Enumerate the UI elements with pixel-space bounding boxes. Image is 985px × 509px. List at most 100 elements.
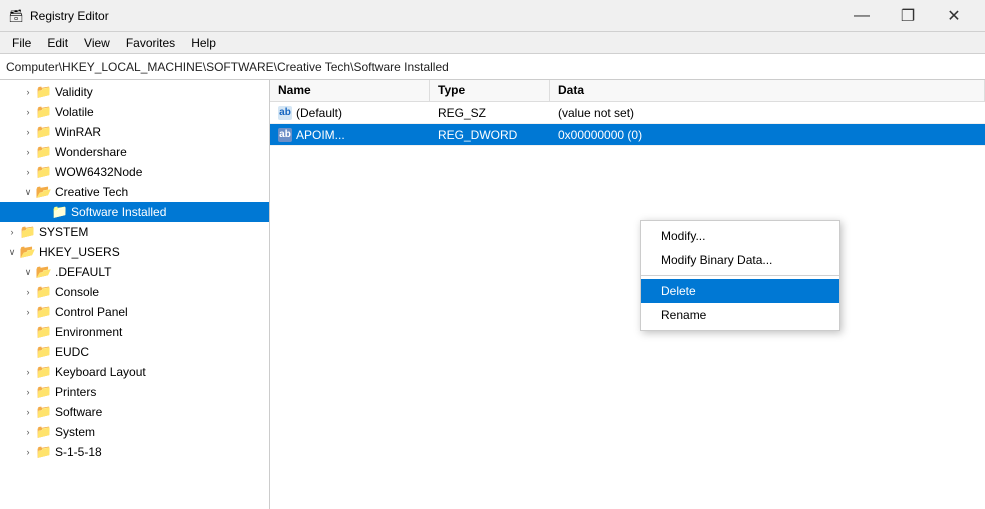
tree-label: Printers [55,385,96,399]
cell-type: REG_DWORD [430,126,550,144]
tree-label: Creative Tech [55,185,128,199]
tree-content: › 📁 Validity › 📁 Volatile › 📁 WinRAR › 📁… [0,80,269,509]
menu-view[interactable]: View [76,34,118,52]
expand-icon: › [20,164,36,180]
tree-item-validity[interactable]: › 📁 Validity [0,82,269,102]
tree-item-software[interactable]: › 📁 Software [0,402,269,422]
menu-file[interactable]: File [4,34,39,52]
tree-label: WinRAR [55,125,101,139]
tree-panel: › 📁 Validity › 📁 Volatile › 📁 WinRAR › 📁… [0,80,270,509]
folder-icon: 📁 [36,384,52,400]
cell-data: (value not set) [550,104,985,122]
tree-item-creative-tech[interactable]: ∨ 📂 Creative Tech [0,182,269,202]
cell-type: REG_SZ [430,104,550,122]
ctx-modify-binary[interactable]: Modify Binary Data... [641,248,839,272]
menu-bar: File Edit View Favorites Help [0,32,985,54]
tree-item-winrar[interactable]: › 📁 WinRAR [0,122,269,142]
col-header-data: Data [550,80,985,101]
table-row[interactable]: ab (Default) REG_SZ (value not set) [270,102,985,124]
minimize-button[interactable]: — [839,0,885,32]
tree-label: Validity [55,85,93,99]
expand-icon: ∨ [20,184,36,200]
tree-label: EUDC [55,345,89,359]
folder-icon: 📁 [36,304,52,320]
tree-item-software-installed[interactable]: 📁 Software Installed [0,202,269,222]
tree-item-wow6432[interactable]: › 📁 WOW6432Node [0,162,269,182]
menu-favorites[interactable]: Favorites [118,34,183,52]
tree-item-system[interactable]: › 📁 SYSTEM [0,222,269,242]
folder-icon: 📁 [36,284,52,300]
expand-icon [20,324,36,340]
menu-edit[interactable]: Edit [39,34,76,52]
tree-item-printers[interactable]: › 📁 Printers [0,382,269,402]
expand-icon: › [20,384,36,400]
tree-label: Software Installed [71,205,166,219]
folder-icon: 📁 [52,204,68,220]
expand-icon: › [20,404,36,420]
col-header-type: Type [430,80,550,101]
tree-label: Environment [55,325,122,339]
expand-icon: › [20,284,36,300]
tree-item-system2[interactable]: › 📁 System [0,422,269,442]
expand-icon: › [4,224,20,240]
tree-item-keyboard-layout[interactable]: › 📁 Keyboard Layout [0,362,269,382]
expand-icon: › [20,444,36,460]
menu-help[interactable]: Help [183,34,224,52]
folder-icon: 📂 [36,184,52,200]
folder-icon: 📁 [36,104,52,120]
address-bar: Computer\HKEY_LOCAL_MACHINE\SOFTWARE\Cre… [0,54,985,80]
tree-item-console[interactable]: › 📁 Console [0,282,269,302]
expand-icon: › [20,104,36,120]
tree-label: S-1-5-18 [55,445,102,459]
tree-label: Keyboard Layout [55,365,146,379]
tree-item-hkey-users[interactable]: ∨ 📂 HKEY_USERS [0,242,269,262]
expand-icon: › [20,144,36,160]
ctx-separator [641,275,839,276]
table-row[interactable]: ab APOIM... REG_DWORD 0x00000000 (0) [270,124,985,146]
tree-label: Console [55,285,99,299]
folder-icon: 📁 [36,424,52,440]
folder-icon: 📁 [36,344,52,360]
tree-item-wondershare[interactable]: › 📁 Wondershare [0,142,269,162]
expand-icon [20,344,36,360]
folder-icon: 📁 [36,444,52,460]
cell-name: ab APOIM... [270,126,430,144]
cell-data: 0x00000000 (0) [550,126,985,144]
address-path: Computer\HKEY_LOCAL_MACHINE\SOFTWARE\Cre… [6,60,449,74]
tree-item-environment[interactable]: 📁 Environment [0,322,269,342]
expand-icon: › [20,304,36,320]
tree-label: Wondershare [55,145,127,159]
expand-icon: ∨ [20,264,36,280]
expand-icon: › [20,124,36,140]
col-header-name: Name [270,80,430,101]
tree-item-default[interactable]: ∨ 📂 .DEFAULT [0,262,269,282]
tree-label: SYSTEM [39,225,88,239]
tree-label: Software [55,405,102,419]
value-icon-dword: ab [278,128,292,142]
close-button[interactable]: ✕ [931,0,977,32]
expand-icon: › [20,84,36,100]
folder-icon: 📁 [36,324,52,340]
detail-rows: ab (Default) REG_SZ (value not set) ab A… [270,102,985,509]
ctx-rename[interactable]: Rename [641,303,839,327]
expand-icon: ∨ [4,244,20,260]
title-bar: 🗃 Registry Editor — ❐ ✕ [0,0,985,32]
app-icon: 🗃 [8,8,24,24]
tree-item-volatile[interactable]: › 📁 Volatile [0,102,269,122]
folder-icon: 📁 [36,364,52,380]
folder-icon: 📂 [36,264,52,280]
folder-icon: 📁 [20,224,36,240]
tree-label: WOW6432Node [55,165,142,179]
cell-name: ab (Default) [270,104,430,122]
tree-item-eudc[interactable]: 📁 EUDC [0,342,269,362]
tree-item-s-1-5-18[interactable]: › 📁 S-1-5-18 [0,442,269,462]
detail-header: Name Type Data [270,80,985,102]
value-icon-string: ab [278,106,292,120]
restore-button[interactable]: ❐ [885,0,931,32]
tree-item-control-panel[interactable]: › 📁 Control Panel [0,302,269,322]
ctx-delete[interactable]: Delete [641,279,839,303]
ctx-modify[interactable]: Modify... [641,224,839,248]
context-menu: Modify... Modify Binary Data... Delete R… [640,220,840,331]
folder-icon: 📁 [36,84,52,100]
folder-icon: 📁 [36,404,52,420]
